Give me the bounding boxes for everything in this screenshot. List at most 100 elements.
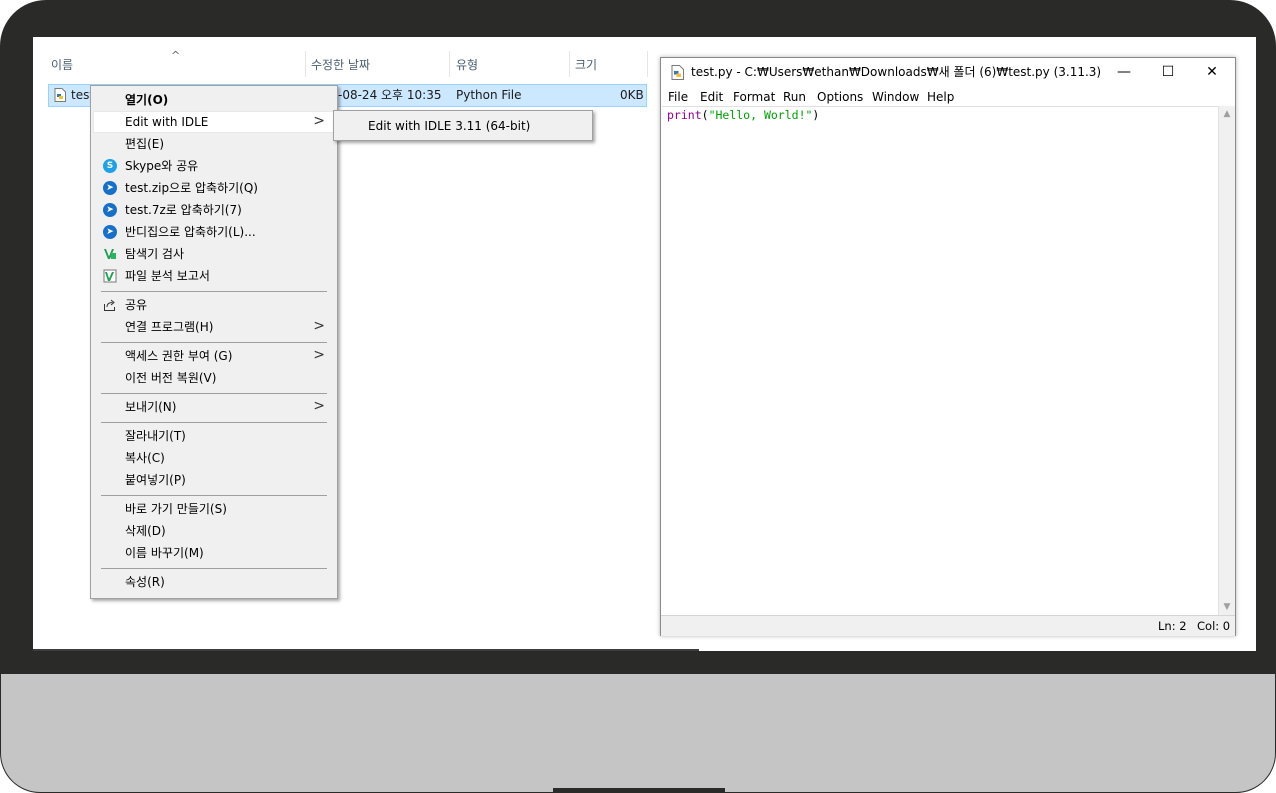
monitor-stand-notch: [553, 788, 725, 792]
column-divider[interactable]: [305, 51, 306, 77]
menu-item-share[interactable]: 공유: [93, 294, 335, 316]
menu-item-label: 파일 분석 보고서: [125, 269, 210, 283]
menu-item-label: 붙여넣기(P): [125, 473, 186, 487]
code-paren-open: (: [701, 108, 709, 122]
menu-edit[interactable]: Edit: [700, 89, 723, 105]
menu-item-label: 액세스 권한 부여 (G): [125, 349, 233, 363]
column-size[interactable]: 크기: [575, 55, 597, 77]
python-file-icon: [54, 88, 66, 102]
status-bar: Ln: 2 Col: 0: [661, 615, 1235, 636]
menu-item-label: 탐색기 검사: [125, 247, 185, 261]
menu-item-send-to[interactable]: 보내기(N) >: [93, 396, 335, 418]
menu-item-edit-with-idle-311[interactable]: Edit with IDLE 3.11 (64-bit): [336, 114, 590, 137]
menu-item-delete[interactable]: 삭제(D): [93, 520, 335, 542]
window-title: test.py - C:₩Users₩ethan₩Downloads₩새 폴더 …: [691, 65, 1102, 79]
menu-item-label: 잘라내기(T): [125, 429, 186, 443]
menu-separator: [101, 568, 327, 569]
code-paren-close: ): [812, 108, 820, 122]
menu-item-label: 속성(R): [125, 575, 165, 589]
code-builtin: print: [667, 108, 702, 122]
menu-item-compress-zip[interactable]: ➤ test.zip으로 압축하기(Q): [93, 177, 335, 199]
minimize-button[interactable]: —: [1102, 58, 1146, 86]
status-line: Ln: 2: [1158, 619, 1187, 633]
menu-item-label: 공유: [125, 298, 148, 312]
column-date[interactable]: 수정한 날짜: [311, 55, 370, 77]
menu-item-label: 연결 프로그램(H): [125, 320, 214, 334]
menu-bar: File Edit Format Run Options Window Help: [661, 86, 1235, 106]
menu-item-share-skype[interactable]: S Skype와 공유: [93, 155, 335, 177]
scroll-down-icon[interactable]: ▼: [1219, 599, 1235, 615]
menu-item-label: 보내기(N): [125, 400, 177, 414]
menu-item-v3-scan[interactable]: 탐색기 검사: [93, 243, 335, 265]
scroll-up-icon[interactable]: ▲: [1219, 106, 1235, 122]
column-type[interactable]: 유형: [456, 55, 478, 77]
title-bar[interactable]: test.py - C:₩Users₩ethan₩Downloads₩새 폴더 …: [661, 58, 1235, 86]
vertical-scrollbar[interactable]: ▲ ▼: [1218, 106, 1235, 615]
menu-item-label: Skype와 공유: [125, 159, 199, 173]
menu-item-label: Edit with IDLE: [125, 115, 209, 129]
menu-file[interactable]: File: [668, 89, 688, 105]
code-editor[interactable]: print("Hello, World!"): [662, 106, 1218, 616]
menu-separator: [101, 422, 327, 423]
status-column: Col: 0: [1197, 619, 1231, 633]
idle-editor-window: test.py - C:₩Users₩ethan₩Downloads₩새 폴더 …: [660, 57, 1236, 636]
v3-icon: [104, 249, 116, 259]
menu-item-paste[interactable]: 붙여넣기(P): [93, 469, 335, 491]
code-string: "Hello, World!": [708, 108, 813, 122]
code-line-1: print("Hello, World!"): [667, 108, 819, 123]
monitor-chin: [0, 672, 1276, 793]
monitor-frame: ^ 이름 수정한 날짜 유형 크기 test -08-24 오후 10:35 P…: [0, 0, 1276, 793]
file-type: Python File: [456, 88, 522, 102]
close-button[interactable]: ✕: [1190, 58, 1234, 86]
maximize-button[interactable]: ☐: [1146, 58, 1190, 86]
menu-item-give-access[interactable]: 액세스 권한 부여 (G) >: [93, 345, 335, 367]
column-divider[interactable]: [569, 51, 570, 77]
menu-item-rename[interactable]: 이름 바꾸기(M): [93, 542, 335, 564]
menu-window[interactable]: Window: [872, 89, 919, 105]
menu-format[interactable]: Format: [733, 89, 775, 105]
explorer-column-header: ^ 이름 수정한 날짜 유형 크기: [33, 49, 653, 77]
submenu-edit-with-idle: Edit with IDLE 3.11 (64-bit): [333, 110, 593, 141]
bandizip-icon: ➤: [103, 225, 117, 239]
file-date: -08-24 오후 10:35: [338, 88, 442, 102]
menu-item-properties[interactable]: 속성(R): [93, 571, 335, 593]
menu-item-label: 반디집으로 압축하기(L)...: [125, 225, 256, 239]
chevron-right-icon: >: [313, 318, 325, 334]
menu-item-label: 열기(O): [125, 93, 169, 107]
menu-separator: [101, 291, 327, 292]
chevron-right-icon: >: [313, 113, 325, 129]
menu-item-open-with[interactable]: 연결 프로그램(H) >: [93, 316, 335, 338]
column-name[interactable]: 이름: [51, 55, 73, 77]
explorer-bottom-edge: [33, 649, 699, 651]
menu-item-compress-7z[interactable]: ➤ test.7z로 압축하기(7): [93, 199, 335, 221]
menu-item-edit[interactable]: 편집(E): [93, 133, 335, 155]
menu-item-cut[interactable]: 잘라내기(T): [93, 425, 335, 447]
column-divider[interactable]: [647, 51, 648, 77]
menu-options[interactable]: Options: [817, 89, 863, 105]
menu-item-label: 바로 가기 만들기(S): [125, 502, 227, 516]
menu-separator: [101, 495, 327, 496]
menu-help[interactable]: Help: [927, 89, 954, 105]
bandizip-icon: ➤: [103, 181, 117, 195]
menu-item-compress-bandizip[interactable]: ➤ 반디집으로 압축하기(L)...: [93, 221, 335, 243]
menu-item-open[interactable]: 열기(O): [93, 89, 335, 111]
menu-item-label: 편집(E): [125, 137, 165, 151]
python-file-icon: [671, 65, 684, 80]
menu-item-edit-with-idle[interactable]: Edit with IDLE >: [93, 111, 335, 133]
menu-item-label: 이전 버전 복원(V): [125, 371, 217, 385]
column-divider[interactable]: [449, 51, 450, 77]
sort-ascending-icon: ^: [171, 49, 181, 62]
menu-item-create-shortcut[interactable]: 바로 가기 만들기(S): [93, 498, 335, 520]
v3-icon: [103, 269, 117, 283]
menu-item-file-report[interactable]: 파일 분석 보고서: [93, 265, 335, 287]
menu-item-copy[interactable]: 복사(C): [93, 447, 335, 469]
menu-separator: [101, 393, 327, 394]
bandizip-icon: ➤: [103, 203, 117, 217]
menu-separator: [101, 342, 327, 343]
chevron-right-icon: >: [313, 347, 325, 363]
menu-run[interactable]: Run: [783, 89, 806, 105]
menu-item-restore-versions[interactable]: 이전 버전 복원(V): [93, 367, 335, 389]
chevron-right-icon: >: [313, 398, 325, 414]
context-menu: 열기(O) Edit with IDLE > 편집(E) S Skype와 공유…: [90, 85, 338, 599]
file-size: 0KB: [620, 88, 644, 102]
